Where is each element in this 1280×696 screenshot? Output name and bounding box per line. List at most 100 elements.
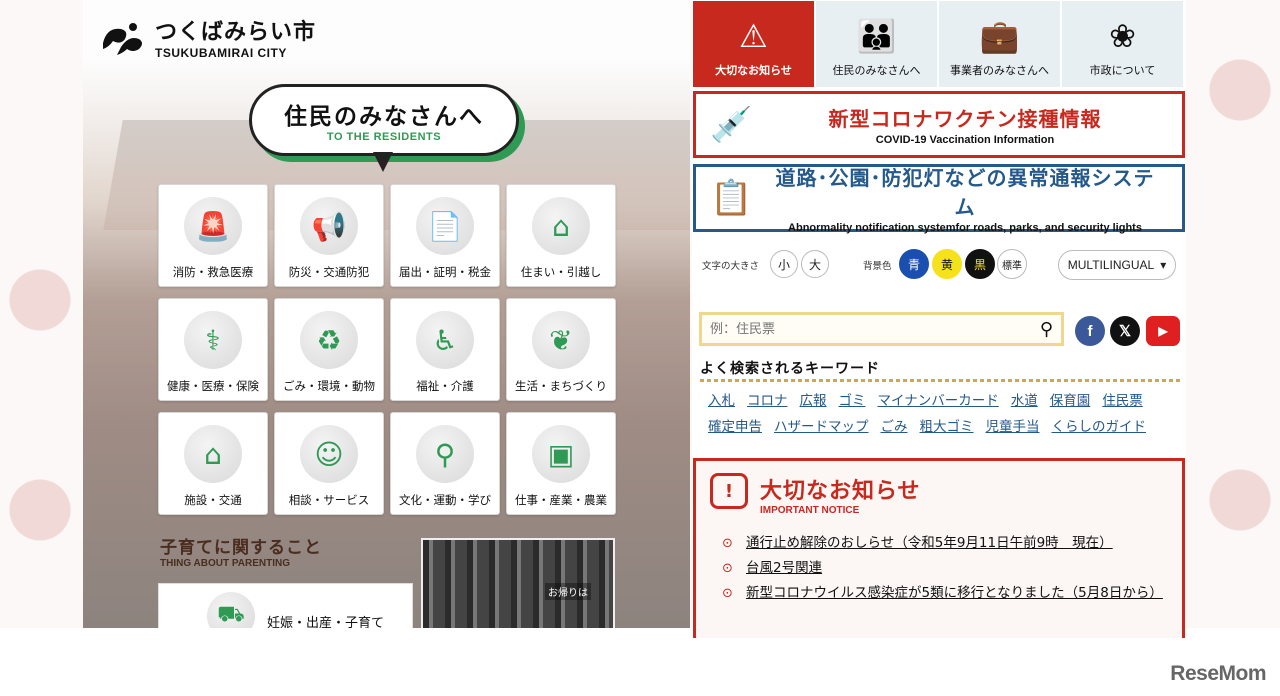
bicycle-icon: ⚲: [416, 425, 474, 483]
category-grid: 🚨 消防・救急医療 📢 防災・交通防犯 📄 届出・証明・税金 ⌂ 住まい・引越し ⚕ 健康・医療・…: [158, 184, 616, 515]
category-label: 消防・救急医療: [172, 265, 254, 279]
notice-title-en: IMPORTANT NOTICE: [760, 505, 860, 516]
category-card[interactable]: ⚲ 文化・運動・学び: [390, 412, 500, 515]
parenting-heading: 子育てに関すること THING ABOUT PARENTING: [160, 533, 322, 569]
bg-standard-button[interactable]: 標準: [997, 249, 1027, 279]
keyword-link[interactable]: ゴミ: [839, 390, 866, 412]
resemom-watermark: ReseMom: [1170, 662, 1266, 685]
multilingual-label: MULTILINGUAL: [1067, 258, 1155, 272]
right-panel-tools: 文字の大きさ 小 大 背景色 青 黄 黒 標準 MULTILINGUAL ▾ ⚲…: [692, 0, 1186, 638]
category-card[interactable]: ⌂ 住まい・引越し: [506, 184, 616, 287]
bg-blue-button[interactable]: 青: [899, 249, 929, 279]
keywords-title: よく検索されるキーワード: [700, 361, 880, 377]
parenting-card[interactable]: ⛟ 妊娠・出産・子育て: [158, 583, 413, 628]
category-label: 届出・証明・税金: [399, 265, 491, 279]
keyword-link[interactable]: 児童手当: [986, 416, 1040, 438]
document-icon: 📄: [416, 197, 474, 255]
category-card[interactable]: 📢 防災・交通防犯: [274, 184, 384, 287]
keyword-link[interactable]: ごみ: [881, 416, 908, 438]
parenting-card-label: 妊娠・出産・子育て: [267, 616, 385, 628]
counter-icon: ☺: [300, 425, 358, 483]
category-label: 福祉・介護: [416, 379, 474, 393]
keyword-list: 入札 コロナ 広報 ゴミ マイナンバーカード 水道 保育園 住民票確定申告 ハザードマップ ごみ粗…: [708, 390, 1178, 438]
category-card[interactable]: ♿ 福祉・介護: [390, 298, 500, 401]
keyword-link[interactable]: 入札: [708, 390, 735, 412]
logo-text-en: TSUKUBAMIRAI CITY: [155, 46, 287, 60]
category-card[interactable]: ⚕ 健康・医療・保険: [158, 298, 268, 401]
bottom-band: [0, 628, 1280, 696]
search-box: ⚲: [699, 312, 1064, 346]
siren-icon: 🚨: [184, 197, 242, 255]
caret-down-icon: ▾: [1160, 258, 1167, 272]
keyword-link[interactable]: マイナンバーカード: [878, 390, 999, 412]
keywords-divider: [700, 379, 1180, 382]
category-label: 健康・医療・保険: [167, 379, 259, 393]
bg-black-button[interactable]: 黒: [965, 249, 995, 279]
keyword-link[interactable]: コロナ: [747, 390, 788, 412]
category-card[interactable]: 🚨 消防・救急医療: [158, 184, 268, 287]
notice-link[interactable]: 新型コロナウイルス感染症が5類に移行となりました（5月8日から）: [746, 581, 1163, 606]
notice-link[interactable]: 通行止め解除のおしらせ（令和5年9月11日午前9時 現在）: [746, 531, 1113, 556]
keyword-link[interactable]: 水道: [1011, 390, 1038, 412]
notice-link[interactable]: 台風2号関連: [746, 556, 822, 581]
bg-yellow-button[interactable]: 黄: [932, 249, 962, 279]
category-card[interactable]: ⌂ 施設・交通: [158, 412, 268, 515]
background-color-label: 背景色: [863, 261, 892, 272]
category-label: 文化・運動・学び: [399, 493, 491, 507]
keyword-link[interactable]: 確定申告: [708, 416, 762, 438]
multilingual-button[interactable]: MULTILINGUAL ▾: [1058, 250, 1176, 280]
notice-list: ⊙ 通行止め解除のおしらせ（令和5年9月11日午前9時 現在） ⊙ 台風2号関連 ⊙ 新型…: [722, 531, 1163, 606]
category-label: 施設・交通: [184, 493, 242, 507]
residents-title-en: TO THE RESIDENTS: [326, 131, 442, 143]
wheelchair-icon: ♿: [416, 311, 474, 369]
x-icon[interactable]: 𝕏: [1110, 316, 1140, 346]
megaphone-icon: 📢: [300, 197, 358, 255]
font-large-button[interactable]: 大: [801, 250, 829, 278]
briefcase-icon: ▣: [532, 425, 590, 483]
notice-item: ⊙ 通行止め解除のおしらせ（令和5年9月11日午前9時 現在）: [722, 531, 1162, 556]
keyword-link[interactable]: 広報: [800, 390, 827, 412]
tree-icon: ❦: [532, 311, 590, 369]
residents-heading: 住民のみなさんへ TO THE RESIDENTS: [249, 84, 519, 156]
keyword-link[interactable]: 粗大ゴミ: [920, 416, 974, 438]
keyword-link[interactable]: くらしのガイド: [1052, 416, 1147, 438]
parenting-title-jp: 子育てに関すること: [160, 538, 322, 558]
building-icon: ⌂: [184, 425, 242, 483]
category-card[interactable]: ♻ ごみ・環境・動物: [274, 298, 384, 401]
warning-icon: !: [710, 473, 748, 509]
residents-title-jp: 住民のみなさんへ: [284, 104, 484, 130]
youtube-icon[interactable]: ▶: [1146, 316, 1180, 346]
search-input[interactable]: [710, 321, 1040, 337]
facebook-icon[interactable]: f: [1075, 316, 1105, 346]
city-logo-icon: [103, 23, 142, 55]
parenting-title-en: THING ABOUT PARENTING: [160, 558, 290, 569]
category-label: 住まい・引越し: [520, 265, 602, 279]
category-card[interactable]: ▣ 仕事・産業・農業: [506, 412, 616, 515]
logo-text-jp: つくばみらい市: [155, 20, 317, 45]
category-label: 仕事・産業・農業: [515, 493, 607, 507]
site-logo[interactable]: つくばみらい市 TSUKUBAMIRAI CITY: [99, 14, 316, 60]
notice-item: ⊙ 台風2号関連: [722, 556, 1162, 581]
circle-arrow-icon: ⊙: [722, 561, 733, 576]
house-icon: ⌂: [532, 197, 590, 255]
category-card[interactable]: ❦ 生活・まちづくり: [506, 298, 616, 401]
search-icon[interactable]: ⚲: [1040, 319, 1053, 340]
category-label: 生活・まちづくり: [515, 379, 607, 393]
circle-arrow-icon: ⊙: [722, 586, 733, 601]
important-notice-box: ! 大切なお知らせ IMPORTANT NOTICE ⊙ 通行止め解除のおしらせ（…: [693, 458, 1185, 638]
keyword-link[interactable]: 保育園: [1050, 390, 1091, 412]
category-label: 相談・サービス: [288, 493, 370, 507]
category-label: 防災・交通防犯: [288, 265, 370, 279]
category-label: ごみ・環境・動物: [283, 379, 375, 393]
category-card[interactable]: 📄 届出・証明・税金: [390, 184, 500, 287]
stroller-icon: ⛟: [207, 592, 255, 628]
notice-title-jp: 大切なお知らせ: [760, 479, 921, 504]
left-panel: つくばみらい市 TSUKUBAMIRAI CITY 住民のみなさんへ TO TH…: [83, 0, 690, 628]
font-size-label: 文字の大きさ: [702, 261, 760, 272]
category-card[interactable]: ☺ 相談・サービス: [274, 412, 384, 515]
keyword-link[interactable]: ハザードマップ: [774, 416, 869, 438]
recycle-icon: ♻: [300, 311, 358, 369]
photo-sign-text: お帰りは: [545, 583, 591, 600]
font-small-button[interactable]: 小: [770, 250, 798, 278]
keyword-link[interactable]: 住民票: [1102, 390, 1143, 412]
